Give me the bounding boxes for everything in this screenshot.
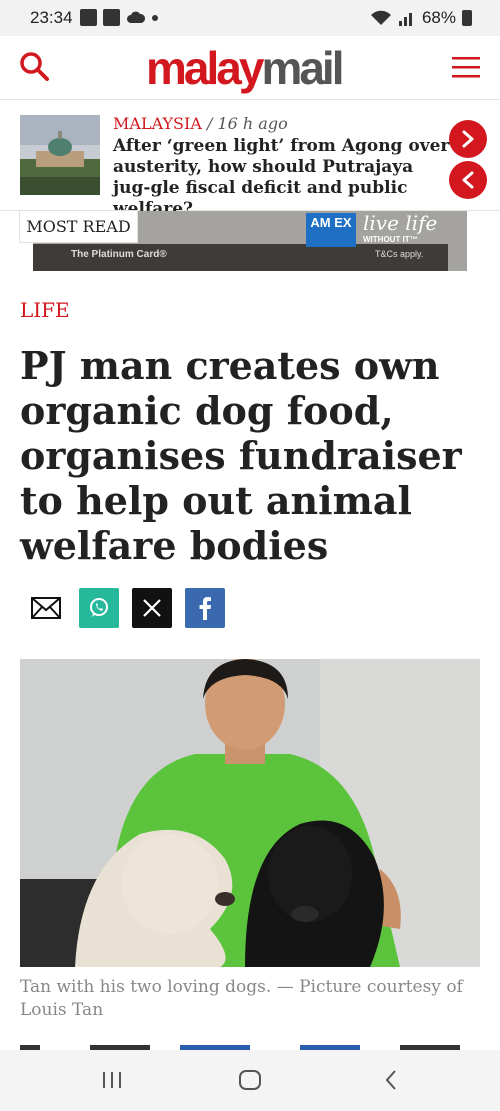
latest-time: 16 h ago xyxy=(217,114,288,133)
site-header: malaymail xyxy=(0,36,500,100)
ad-terms: T&Cs apply. xyxy=(375,249,424,259)
share-facebook-button[interactable] xyxy=(185,588,225,628)
article-photo[interactable] xyxy=(20,659,480,967)
status-time: 23:34 xyxy=(30,8,73,27)
ad-tagline-sub: WITHOUT IT™ xyxy=(363,235,418,244)
latest-news-meta: MALAYSIA / 16 h ago xyxy=(113,114,288,133)
more-notifications-dot xyxy=(152,14,158,21)
share-email-button[interactable] xyxy=(26,588,66,628)
ad-card-text: The Platinum Card® xyxy=(71,249,167,260)
chevron-right-icon xyxy=(462,130,474,148)
article-category[interactable]: LIFE xyxy=(20,298,70,322)
notification-icons xyxy=(80,9,158,26)
logo-malay: malay xyxy=(146,42,264,94)
latest-separator: / xyxy=(206,114,213,133)
previous-story-button[interactable] xyxy=(449,161,487,199)
gallery-notification-icon xyxy=(80,9,97,26)
amex-logo: AM EX xyxy=(306,213,356,247)
most-read-tab[interactable]: MOST READ xyxy=(19,210,138,243)
latest-news-strip[interactable]: MALAYSIA / 16 h ago After ‘green light’ … xyxy=(0,101,500,219)
signal-icon xyxy=(398,13,412,26)
recent-apps-icon[interactable] xyxy=(100,1068,124,1092)
latest-category[interactable]: MALAYSIA xyxy=(113,114,202,133)
status-bar: 23:34 68% xyxy=(0,0,500,36)
search-icon[interactable] xyxy=(18,50,52,84)
latest-news-thumbnail[interactable] xyxy=(20,115,100,195)
checkbox-notification-icon xyxy=(103,9,120,26)
battery-percent: 68% xyxy=(421,8,456,27)
battery-icon xyxy=(462,10,472,26)
chevron-left-icon xyxy=(462,171,474,189)
share-whatsapp-button[interactable] xyxy=(79,588,119,628)
email-icon xyxy=(31,597,61,619)
ad-tagline: live life xyxy=(363,211,438,235)
latest-headline[interactable]: After ‘green light’ from Agong over aust… xyxy=(113,136,453,220)
x-icon xyxy=(143,599,161,617)
logo-mail: mail xyxy=(261,42,344,94)
cloud-icon xyxy=(127,11,146,23)
photo-caption: Tan with his two loving dogs. — Picture … xyxy=(20,977,463,1020)
malaymail-logo[interactable]: malaymail xyxy=(146,42,344,94)
article-headline: PJ man creates own organic dog food, org… xyxy=(20,343,462,568)
hamburger-menu-icon[interactable] xyxy=(450,51,482,83)
next-story-button[interactable] xyxy=(449,120,487,158)
whatsapp-icon xyxy=(90,598,108,617)
share-x-button[interactable] xyxy=(132,588,172,628)
android-nav-bar xyxy=(0,1050,500,1111)
wifi-icon xyxy=(370,10,391,25)
back-icon[interactable] xyxy=(380,1068,404,1092)
status-right: 68% xyxy=(370,8,472,28)
facebook-icon xyxy=(199,597,211,620)
home-icon[interactable] xyxy=(238,1068,262,1092)
